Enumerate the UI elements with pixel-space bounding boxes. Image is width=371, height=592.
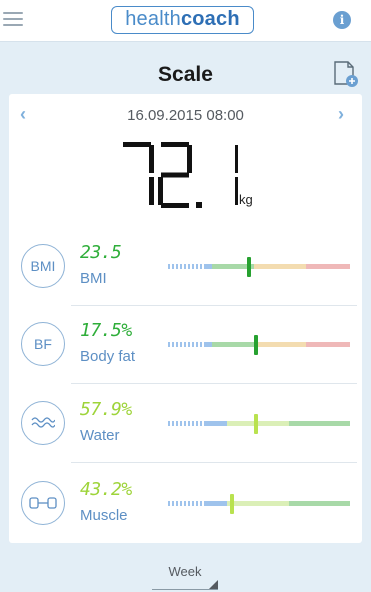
metric-value: 43.2% [80, 479, 132, 500]
range-segment [305, 264, 350, 269]
metric-value: 17.5% [80, 320, 132, 341]
logo-suffix: coach [180, 8, 240, 30]
weight-display: kg [118, 138, 268, 214]
range-marker [246, 257, 251, 277]
range-segment [166, 264, 212, 269]
range-segment [166, 501, 227, 506]
range-segment [289, 501, 350, 506]
row-divider [71, 383, 357, 384]
metric-range-bar [166, 414, 350, 434]
weight-digit-segment [123, 142, 151, 147]
row-divider [71, 462, 357, 463]
period-selector[interactable]: Week [152, 564, 218, 590]
range-segment [166, 342, 212, 347]
metric-bmi-icon: BMI [21, 244, 65, 288]
next-measurement-icon[interactable]: › [338, 104, 344, 125]
logo-prefix: health [125, 8, 181, 30]
metric-value: 57.9% [80, 399, 132, 420]
weight-digit-segment [187, 145, 192, 173]
metric-icon-text: BMI [30, 258, 56, 274]
metric-range-bar [166, 335, 350, 355]
range-segment [166, 421, 227, 426]
range-segment [254, 342, 306, 347]
row-divider [71, 305, 357, 306]
metric-label: Water [80, 427, 120, 444]
weight-digit-segment [149, 177, 154, 205]
metric-range-bar [166, 257, 350, 277]
weight-value [123, 142, 238, 208]
metric-label: Body fat [80, 348, 136, 365]
range-segment [289, 421, 350, 426]
export-document-icon[interactable] [333, 60, 359, 88]
water-wave-icon [21, 401, 65, 445]
metric-label: BMI [80, 270, 107, 287]
metric-value: 23.5 [80, 242, 122, 263]
range-segment [305, 342, 350, 347]
range-marker [230, 494, 235, 514]
range-segment [226, 501, 290, 506]
weight-unit: kg [239, 192, 253, 207]
range-segment [254, 264, 306, 269]
weight-digit-segment [235, 177, 238, 205]
metric-label: Muscle [80, 507, 128, 524]
app-logo: healthcoach [111, 6, 254, 34]
page-title: Scale [158, 63, 213, 86]
range-marker [254, 414, 259, 434]
measurement-date: 16.09.2015 08:00 [127, 107, 244, 124]
weight-digit-segment [158, 177, 163, 205]
weight-digit-segment [235, 145, 238, 173]
weight-digit-segment [161, 172, 189, 178]
weight-digit-segment [161, 203, 189, 208]
top-bar: healthcoach i [0, 0, 371, 42]
metric-bf-icon: BF [21, 322, 65, 366]
hamburger-menu-icon[interactable] [3, 12, 23, 28]
weight-digit-segment [161, 142, 189, 147]
metric-icon-text: BF [34, 336, 52, 352]
muscle-dumbbell-icon [21, 481, 65, 525]
range-segment [212, 342, 255, 347]
weight-decimal-point [196, 202, 202, 208]
metric-range-bar [166, 494, 350, 514]
range-marker [254, 335, 259, 355]
period-label: Week [168, 564, 202, 579]
weight-digit-segment [149, 145, 154, 173]
info-icon[interactable]: i [333, 11, 351, 29]
dropdown-corner-icon [209, 580, 218, 589]
